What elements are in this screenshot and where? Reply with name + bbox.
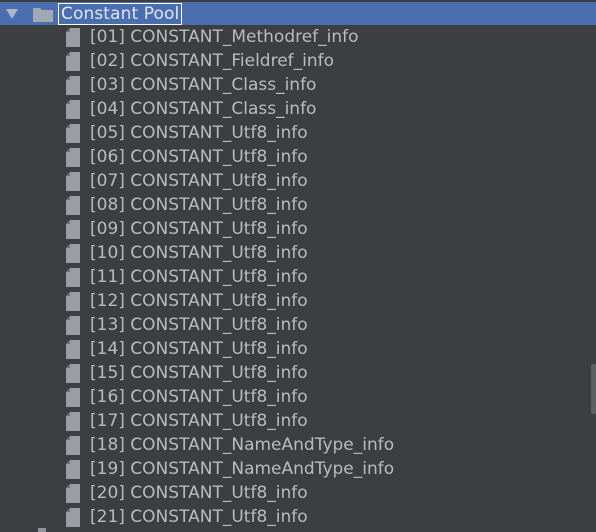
tree-item[interactable]: [09] CONSTANT_Utf8_info (0, 217, 596, 241)
tree-item-label: [05] CONSTANT_Utf8_info (90, 123, 308, 143)
file-icon (66, 268, 80, 287)
file-icon (66, 364, 80, 383)
file-icon (66, 244, 80, 263)
tree-item[interactable]: [20] CONSTANT_Utf8_info (0, 481, 596, 505)
tree-item-label: [12] CONSTANT_Utf8_info (90, 291, 308, 311)
tree-item[interactable]: [07] CONSTANT_Utf8_info (0, 169, 596, 193)
file-icon (66, 436, 80, 455)
tree-item-label: [09] CONSTANT_Utf8_info (90, 219, 308, 239)
tree-item-label: [10] CONSTANT_Utf8_info (90, 243, 308, 263)
partial-row-icon (38, 528, 46, 532)
tree-item[interactable]: [04] CONSTANT_Class_info (0, 97, 596, 121)
tree-item-label: [04] CONSTANT_Class_info (90, 99, 317, 119)
file-icon (66, 220, 80, 239)
tree-item[interactable]: [12] CONSTANT_Utf8_info (0, 289, 596, 313)
tree-item[interactable]: [14] CONSTANT_Utf8_info (0, 337, 596, 361)
tree-item[interactable]: [03] CONSTANT_Class_info (0, 73, 596, 97)
tree-item-label: [06] CONSTANT_Utf8_info (90, 147, 308, 167)
tree-item[interactable]: [16] CONSTANT_Utf8_info (0, 385, 596, 409)
file-icon (66, 340, 80, 359)
tree-item[interactable]: [21] CONSTANT_Utf8_info (0, 505, 596, 529)
tree-item-label: [08] CONSTANT_Utf8_info (90, 195, 308, 215)
file-icon (66, 100, 80, 119)
tree-item-label: [03] CONSTANT_Class_info (90, 75, 317, 95)
tree-item[interactable]: [11] CONSTANT_Utf8_info (0, 265, 596, 289)
tree-item-label: [13] CONSTANT_Utf8_info (90, 315, 308, 335)
file-icon (66, 28, 80, 47)
file-icon (66, 412, 80, 431)
file-icon (66, 124, 80, 143)
tree-item[interactable]: [06] CONSTANT_Utf8_info (0, 145, 596, 169)
file-icon (66, 460, 80, 479)
tree-item[interactable]: [01] CONSTANT_Methodref_info (0, 25, 596, 49)
tree-item[interactable]: [19] CONSTANT_NameAndType_info (0, 457, 596, 481)
tree-item-label: [01] CONSTANT_Methodref_info (90, 27, 359, 47)
vertical-scrollbar[interactable] (591, 364, 596, 414)
file-icon (66, 292, 80, 311)
folder-icon (33, 8, 53, 22)
file-icon (66, 52, 80, 71)
tree-item-label: [07] CONSTANT_Utf8_info (90, 171, 308, 191)
constant-pool-tree: Constant Pool [01] CONSTANT_Methodref_in… (0, 0, 596, 532)
tree-item-label: [16] CONSTANT_Utf8_info (90, 387, 308, 407)
tree-item[interactable]: [13] CONSTANT_Utf8_info (0, 313, 596, 337)
tree-item[interactable]: [02] CONSTANT_Fieldref_info (0, 49, 596, 73)
file-icon (66, 508, 80, 527)
tree-item[interactable]: [05] CONSTANT_Utf8_info (0, 121, 596, 145)
tree-root-label[interactable]: Constant Pool (58, 3, 183, 25)
file-icon (66, 148, 80, 167)
tree-item[interactable]: [17] CONSTANT_Utf8_info (0, 409, 596, 433)
tree-item-label: [15] CONSTANT_Utf8_info (90, 363, 308, 383)
tree-item-label: [14] CONSTANT_Utf8_info (90, 339, 308, 359)
tree-item[interactable]: [15] CONSTANT_Utf8_info (0, 361, 596, 385)
expand-arrow-icon[interactable] (6, 9, 18, 19)
tree-item-label: [19] CONSTANT_NameAndType_info (90, 459, 395, 479)
file-icon (66, 172, 80, 191)
tree-item[interactable]: [08] CONSTANT_Utf8_info (0, 193, 596, 217)
file-icon (66, 316, 80, 335)
tree-item-label: [02] CONSTANT_Fieldref_info (90, 51, 335, 71)
file-icon (66, 484, 80, 503)
tree-item-label: [21] CONSTANT_Utf8_info (90, 507, 308, 527)
tree-item-label: [17] CONSTANT_Utf8_info (90, 411, 308, 431)
tree-root-row[interactable]: Constant Pool (0, 2, 596, 25)
file-icon (66, 76, 80, 95)
tree-item-label: [11] CONSTANT_Utf8_info (90, 267, 308, 287)
file-icon (66, 388, 80, 407)
tree-item-label: [18] CONSTANT_NameAndType_info (90, 435, 395, 455)
file-icon (66, 196, 80, 215)
tree-item[interactable]: [10] CONSTANT_Utf8_info (0, 241, 596, 265)
tree-item[interactable]: [18] CONSTANT_NameAndType_info (0, 433, 596, 457)
tree-item-label: [20] CONSTANT_Utf8_info (90, 483, 308, 503)
